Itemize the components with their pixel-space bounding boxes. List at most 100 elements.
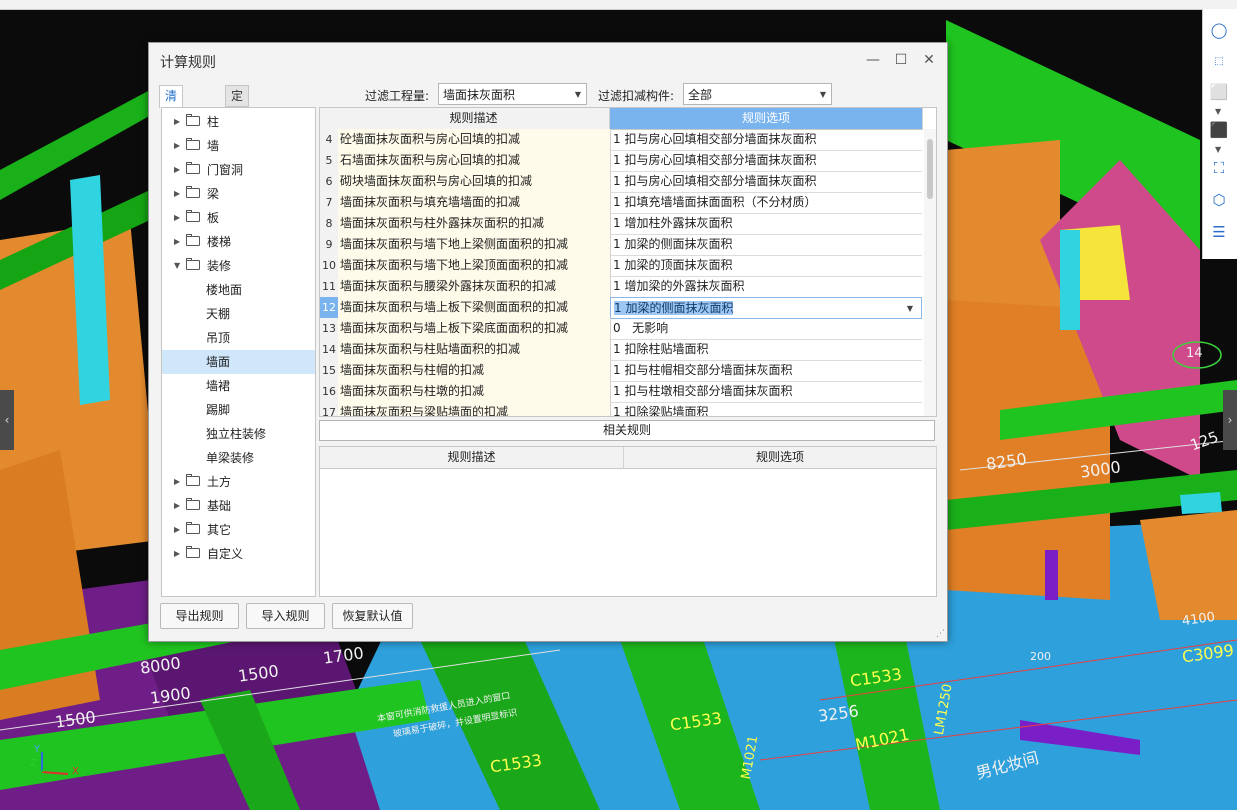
folder-icon — [186, 546, 200, 558]
table-row[interactable]: 4 砼墙面抹灰面积与房心回填的扣减 1 扣与房心回填相交部分墙面抹灰面积 — [320, 129, 922, 151]
tree-item-dado[interactable]: 墙裙 — [162, 374, 315, 398]
folder-icon — [186, 498, 200, 510]
expand-arrow-icon[interactable]: ▶ — [174, 518, 180, 542]
close-button[interactable]: ✕ — [917, 49, 941, 71]
tree-item-foundation[interactable]: ▶ 基础 — [162, 494, 315, 518]
filter-quantity-label: 过滤工程量: — [365, 89, 430, 103]
tree-item-other[interactable]: ▶ 其它 — [162, 518, 315, 542]
filter-quantity-select[interactable]: 墙面抹灰面积 ▼ — [438, 83, 587, 105]
tree-item-suspended-ceiling[interactable]: 吊顶 — [162, 326, 315, 350]
table-row[interactable]: 15 墙面抹灰面积与柱帽的扣减 1 扣与柱帽相交部分墙面抹灰面积 — [320, 360, 922, 382]
maximize-button[interactable]: ☐ — [889, 49, 913, 71]
expand-arrow-icon[interactable]: ▶ — [174, 470, 180, 494]
filter-component-label: 过滤扣减构件: — [598, 89, 675, 103]
folder-icon — [186, 186, 200, 198]
table-row[interactable]: 10 墙面抹灰面积与墙下地上梁顶面面积的扣减 1 加梁的顶面抹灰面积 — [320, 255, 922, 277]
fullscreen-icon[interactable]: ⛶ — [1208, 157, 1230, 179]
expand-arrow-icon[interactable]: ▶ — [174, 158, 180, 182]
tree-item-column[interactable]: ▶ 柱 — [162, 110, 315, 134]
left-collapse-tab[interactable]: ‹ — [0, 390, 14, 450]
component-tree: ▶ 柱 ▶ 墙 ▶ 门窗洞 ▶ 梁 ▶ 板 ▶ 楼梯 ▼ 装修 楼地面 天棚 吊顶 墙面 墙裙… — [161, 107, 316, 597]
minimize-button[interactable]: — — [861, 49, 885, 71]
tree-item-skirting[interactable]: 踢脚 — [162, 398, 315, 422]
rule-option-value: 1 加梁的侧面抹灰面积 — [614, 301, 734, 315]
tree-item-wall-surface[interactable]: 墙面 — [162, 350, 315, 374]
dynamic-observe-icon[interactable]: ◯ — [1208, 19, 1230, 41]
cube-view-icon[interactable]: ⬛ — [1208, 119, 1230, 141]
folder-icon — [186, 234, 200, 246]
folder-icon — [186, 114, 200, 126]
filter-component-value: 全部 — [688, 88, 713, 102]
tree-item-floor[interactable]: 楼地面 — [162, 278, 315, 302]
table-row[interactable]: 16 墙面抹灰面积与柱墩的扣减 1 扣与柱墩相交部分墙面抹灰面积 — [320, 381, 922, 403]
tree-item-beam[interactable]: ▶ 梁 — [162, 182, 315, 206]
filter-component-select[interactable]: 全部 ▼ — [683, 83, 832, 105]
chevron-down-icon[interactable]: ▼ — [907, 298, 913, 318]
restore-defaults-button[interactable]: 恢复默认值 — [332, 603, 413, 629]
tab-quota-rules[interactable]: 定额规则 — [225, 85, 250, 163]
table-row[interactable]: 14 墙面抹灰面积与柱贴墙面积的扣减 1 扣除柱贴墙面积 — [320, 339, 922, 361]
collapse-arrow-icon[interactable]: ▼ — [174, 254, 180, 278]
expand-arrow-icon[interactable]: ▶ — [174, 542, 180, 566]
tree-item-beam-finish[interactable]: 单梁装修 — [162, 446, 315, 470]
table-row[interactable]: 6 砌块墙面抹灰面积与房心回填的扣减 1 扣与房心回填相交部分墙面抹灰面积 — [320, 171, 922, 193]
axis-x-label: X — [72, 766, 79, 777]
tree-item-wall[interactable]: ▶ 墙 — [162, 134, 315, 158]
table-row[interactable]: 5 石墙面抹灰面积与房心回填的扣减 1 扣与房心回填相交部分墙面抹灰面积 — [320, 150, 922, 172]
tree-item-custom[interactable]: ▶ 自定义 — [162, 542, 315, 566]
folder-icon — [186, 522, 200, 534]
chevron-down-icon[interactable]: ▼ — [1215, 107, 1221, 116]
scrollbar-thumb[interactable] — [927, 139, 933, 199]
row-number-header — [320, 108, 339, 130]
grid-scrollbar[interactable] — [924, 129, 936, 416]
list-view-icon[interactable]: ☰ — [1208, 221, 1230, 243]
related-desc-header[interactable]: 规则描述 — [320, 447, 624, 469]
expand-arrow-icon[interactable]: ▶ — [174, 494, 180, 518]
folder-icon — [186, 210, 200, 222]
chevron-down-icon: ▼ — [574, 90, 581, 99]
export-rules-button[interactable]: 导出规则 — [160, 603, 239, 629]
tree-item-openings[interactable]: ▶ 门窗洞 — [162, 158, 315, 182]
3d-box-icon[interactable]: ⬜ — [1208, 81, 1230, 103]
tree-item-decoration[interactable]: ▼ 装修 — [162, 254, 315, 278]
tree-item-ceiling[interactable]: 天棚 — [162, 302, 315, 326]
dimension-label: 200 — [1030, 650, 1051, 663]
related-rules-grid: 规则描述 规则选项 — [319, 446, 937, 597]
view-toolbar: ◯ ⬚ ⬜ ▼ ⬛ ▼ ⛶ ⬡ ☰ — [1202, 9, 1237, 259]
table-row[interactable]: 17 墙面抹灰面积与梁贴墙面的扣减 1 扣除梁贴墙面积 — [320, 402, 922, 416]
display-settings-icon[interactable]: ⬡ — [1208, 189, 1230, 211]
axis-z-label: Z — [30, 758, 37, 769]
dialog-title: 计算规则 — [160, 55, 216, 71]
table-row[interactable]: 13 墙面抹灰面积与墙上板下梁底面面积的扣减 0 无影响 — [320, 318, 922, 340]
tree-item-slab[interactable]: ▶ 板 — [162, 206, 315, 230]
calculation-rules-dialog: 计算规则 — ☐ ✕ 清单规则 定额规则 过滤工程量: 墙面抹灰面积 ▼ 过滤扣… — [148, 42, 948, 642]
right-collapse-tab[interactable]: › — [1223, 390, 1237, 450]
tree-item-column-finish[interactable]: 独立柱装修 — [162, 422, 315, 446]
resize-grip-icon[interactable]: ⋰ — [936, 629, 945, 639]
expand-arrow-icon[interactable]: ▶ — [174, 230, 180, 254]
axis-y-label: Y — [34, 744, 41, 755]
table-row[interactable]: 7 墙面抹灰面积与填充墙墙面的扣减 1 扣填充墙墙面抹面面积（不分材质） — [320, 192, 922, 214]
table-row[interactable]: 9 墙面抹灰面积与墙下地上梁侧面面积的扣减 1 加梁的侧面抹灰面积 — [320, 234, 922, 256]
import-rules-button[interactable]: 导入规则 — [246, 603, 325, 629]
tree-item-stairs[interactable]: ▶ 楼梯 — [162, 230, 315, 254]
chevron-down-icon[interactable]: ▼ — [1215, 145, 1221, 154]
rule-option-select[interactable]: 1 加梁的侧面抹灰面积 ▼ — [610, 297, 922, 319]
top-bar — [0, 0, 1237, 10]
folder-icon — [186, 138, 200, 150]
2d-view-icon[interactable]: ⬚ — [1208, 51, 1230, 73]
related-rules-bar[interactable]: 相关规则 — [319, 420, 935, 441]
expand-arrow-icon[interactable]: ▶ — [174, 182, 180, 206]
related-option-header[interactable]: 规则选项 — [624, 447, 937, 469]
tree-item-earthwork[interactable]: ▶ 土方 — [162, 470, 315, 494]
table-row[interactable]: 8 墙面抹灰面积与柱外露抹灰面积的扣减 1 增加柱外露抹灰面积 — [320, 213, 922, 235]
table-row-selected[interactable]: 12 墙面抹灰面积与墙上板下梁侧面面积的扣减 1 加梁的侧面抹灰面积 ▼ — [320, 297, 922, 319]
rule-desc-header[interactable]: 规则描述 — [338, 108, 610, 130]
chevron-down-icon: ▼ — [819, 90, 826, 99]
expand-arrow-icon[interactable]: ▶ — [174, 134, 180, 158]
expand-arrow-icon[interactable]: ▶ — [174, 206, 180, 230]
table-row[interactable]: 11 墙面抹灰面积与腰梁外露抹灰面积的扣减 1 增加梁的外露抹灰面积 — [320, 276, 922, 298]
tab-bill-rules[interactable]: 清单规则 — [159, 85, 184, 163]
rule-option-header[interactable]: 规则选项 — [610, 108, 923, 130]
expand-arrow-icon[interactable]: ▶ — [174, 110, 180, 134]
